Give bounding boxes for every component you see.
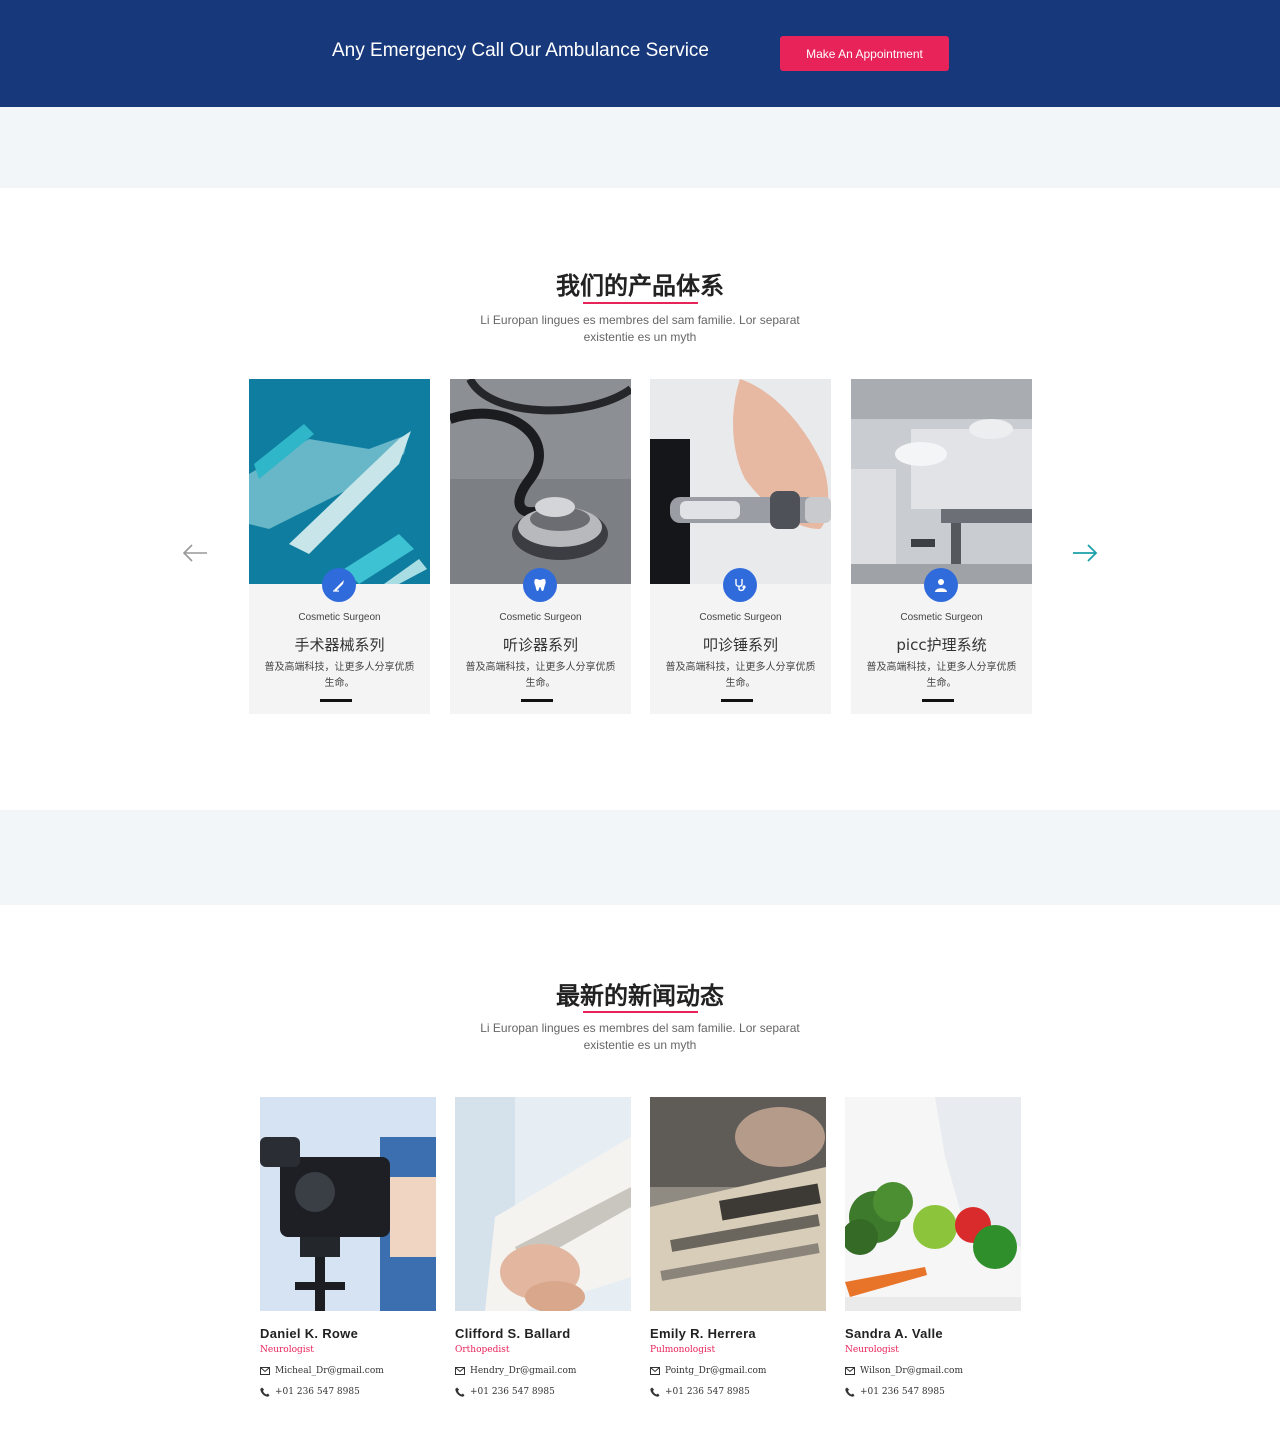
product-description: 普及高端科技，让更多人分享优质生命。 bbox=[866, 662, 1017, 689]
news-author-role: Neurologist bbox=[260, 1345, 314, 1355]
products-section-title: 我们的产品体系 bbox=[556, 272, 724, 300]
title-underline bbox=[583, 1011, 698, 1013]
product-description: 普及高端科技，让更多人分享优质生命。 bbox=[665, 662, 816, 689]
banner-text: Any Emergency Call Our Ambulance Service bbox=[332, 40, 709, 61]
news-phone[interactable]: +01 236 547 8985 bbox=[665, 1387, 750, 1397]
news-email[interactable]: Micheal_Dr@gmail.com bbox=[275, 1366, 384, 1376]
news-author-name[interactable]: Emily R. Herrera bbox=[650, 1326, 756, 1341]
news-author-role: Neurologist bbox=[845, 1345, 899, 1355]
product-image-stethoscope bbox=[450, 379, 631, 584]
news-card[interactable]: Sandra A. Valle Neurologist Wilson_Dr@gm… bbox=[845, 1097, 1021, 1407]
product-title[interactable]: 手术器械系列 bbox=[249, 634, 430, 655]
news-section-subtitle: Li Europan lingues es membres del sam fa… bbox=[480, 1021, 800, 1052]
emergency-banner: Any Emergency Call Our Ambulance Service… bbox=[0, 0, 1280, 107]
news-image-newspaper-laptop bbox=[650, 1097, 826, 1311]
phone-icon bbox=[260, 1387, 270, 1397]
envelope-icon bbox=[455, 1366, 465, 1376]
make-appointment-button[interactable]: Make An Appointment bbox=[780, 36, 949, 71]
product-card[interactable]: Cosmetic Surgeon 听诊器系列 普及高端科技，让更多人分享优质生命… bbox=[450, 379, 631, 714]
phone-icon bbox=[845, 1387, 855, 1397]
news-author-name[interactable]: Clifford S. Ballard bbox=[455, 1326, 571, 1341]
news-author-name[interactable]: Sandra A. Valle bbox=[845, 1326, 943, 1341]
news-email[interactable]: Wilson_Dr@gmail.com bbox=[860, 1366, 963, 1376]
product-category: Cosmetic Surgeon bbox=[900, 612, 983, 623]
news-phone[interactable]: +01 236 547 8985 bbox=[860, 1387, 945, 1397]
product-card[interactable]: Cosmetic Surgeon 叩诊锤系列 普及高端科技，让更多人分享优质生命… bbox=[650, 379, 831, 714]
spacer-band bbox=[0, 107, 1280, 188]
news-section-title: 最新的新闻动态 bbox=[556, 982, 724, 1010]
news-author-role: Pulmonologist bbox=[650, 1345, 716, 1355]
products-section-subtitle: Li Europan lingues es membres del sam fa… bbox=[480, 313, 800, 344]
news-author-name[interactable]: Daniel K. Rowe bbox=[260, 1326, 358, 1341]
product-title[interactable]: picc护理系统 bbox=[851, 634, 1032, 655]
news-phone[interactable]: +01 236 547 8985 bbox=[470, 1387, 555, 1397]
product-image-reflex-hammer bbox=[650, 379, 831, 584]
news-card[interactable]: Emily R. Herrera Pulmonologist Pointg_Dr… bbox=[650, 1097, 826, 1407]
news-phone[interactable]: +01 236 547 8985 bbox=[275, 1387, 360, 1397]
card-divider bbox=[320, 699, 352, 702]
news-card[interactable]: Daniel K. Rowe Neurologist Micheal_Dr@gm… bbox=[260, 1097, 436, 1407]
news-image-camera bbox=[260, 1097, 436, 1311]
card-divider bbox=[721, 699, 753, 702]
news-image-vegetables bbox=[845, 1097, 1021, 1311]
news-author-role: Orthopedist bbox=[455, 1345, 510, 1355]
product-title[interactable]: 叩诊锤系列 bbox=[650, 634, 831, 655]
title-underline bbox=[583, 302, 698, 304]
card-divider bbox=[521, 699, 553, 702]
product-card[interactable]: Cosmetic Surgeon picc护理系统 普及高端科技，让更多人分享优… bbox=[851, 379, 1032, 714]
news-email[interactable]: Hendry_Dr@gmail.com bbox=[470, 1366, 576, 1376]
phone-icon bbox=[650, 1387, 660, 1397]
card-divider bbox=[922, 699, 954, 702]
product-card[interactable]: Cosmetic Surgeon 手术器械系列 普及高端科技，让更多人分享优质生… bbox=[249, 379, 430, 714]
product-title[interactable]: 听诊器系列 bbox=[450, 634, 631, 655]
stethoscope-icon bbox=[723, 568, 757, 602]
news-email[interactable]: Pointg_Dr@gmail.com bbox=[665, 1366, 766, 1376]
phone-icon bbox=[455, 1387, 465, 1397]
scalpel-icon bbox=[322, 568, 356, 602]
tooth-icon bbox=[523, 568, 557, 602]
carousel-prev-arrow-icon[interactable] bbox=[181, 541, 209, 565]
product-image-operating-room bbox=[851, 379, 1032, 584]
product-description: 普及高端科技，让更多人分享优质生命。 bbox=[264, 662, 415, 689]
envelope-icon bbox=[650, 1366, 660, 1376]
envelope-icon bbox=[260, 1366, 270, 1376]
product-category: Cosmetic Surgeon bbox=[499, 612, 582, 623]
product-image-scalpels bbox=[249, 379, 430, 584]
doctor-icon bbox=[924, 568, 958, 602]
envelope-icon bbox=[845, 1366, 855, 1376]
product-description: 普及高端科技，让更多人分享优质生命。 bbox=[465, 662, 616, 689]
spacer-band bbox=[0, 810, 1280, 905]
carousel-next-arrow-icon[interactable] bbox=[1071, 541, 1099, 565]
news-image-newspaper-hands bbox=[455, 1097, 631, 1311]
news-card[interactable]: Clifford S. Ballard Orthopedist Hendry_D… bbox=[455, 1097, 631, 1407]
product-category: Cosmetic Surgeon bbox=[699, 612, 782, 623]
product-category: Cosmetic Surgeon bbox=[298, 612, 381, 623]
